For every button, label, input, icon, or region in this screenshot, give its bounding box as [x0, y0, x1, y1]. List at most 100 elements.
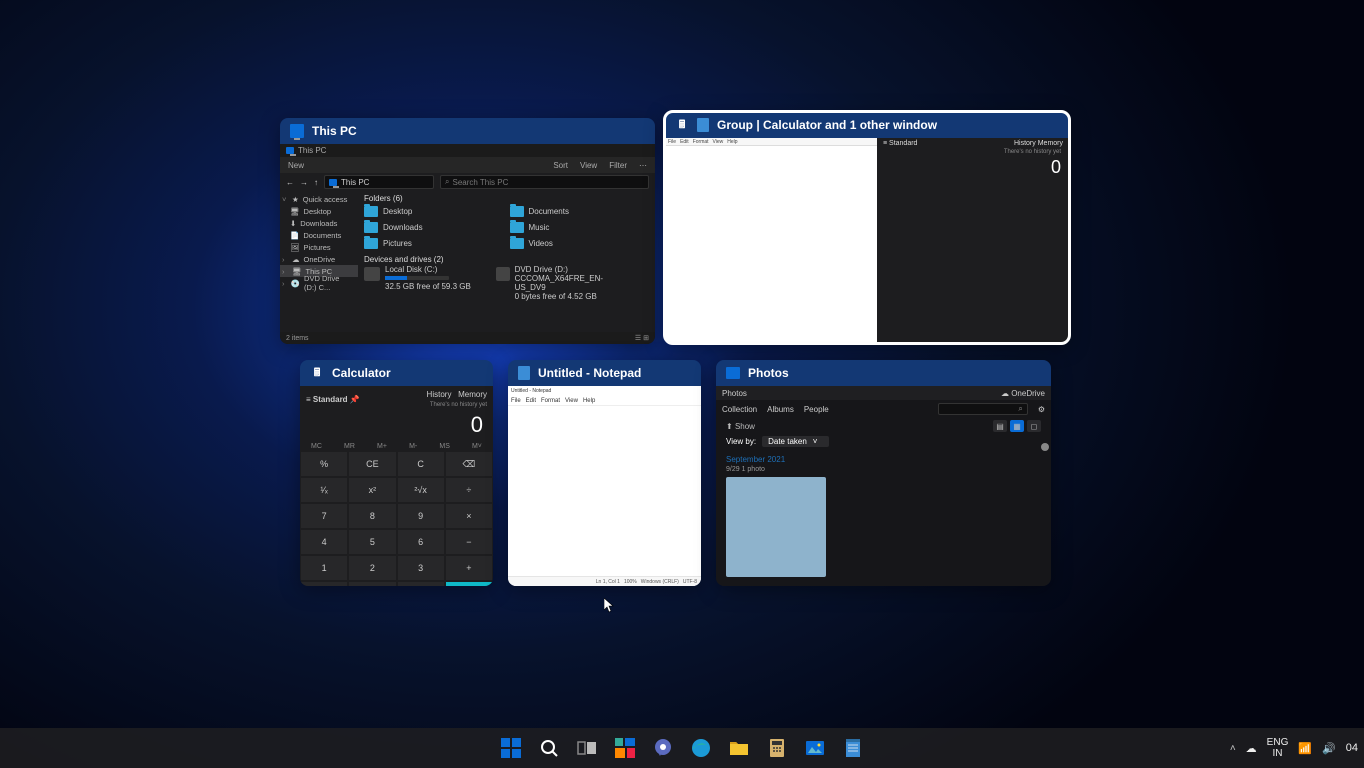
view-list: ▤ — [993, 420, 1007, 432]
photos-preview: Photos ☁ OneDrive Collection Albums Peop… — [716, 386, 1051, 586]
task-card-photos[interactable]: Photos Photos ☁ OneDrive Collection Albu… — [716, 360, 1051, 586]
card-header: 🖩 Group | Calculator and 1 other window — [665, 112, 1069, 138]
drive-sub: CCCOMA_X64FRE_EN-US_DV9 — [515, 274, 616, 292]
notepad-title: Untitled - Notepad — [508, 386, 701, 396]
task-card-group[interactable]: 🖩 Group | Calculator and 1 other window … — [665, 112, 1069, 343]
address-bar: This PC — [324, 175, 434, 189]
thispc-icon — [329, 179, 337, 186]
start-button[interactable] — [498, 735, 524, 761]
photos-app-icon[interactable] — [802, 735, 828, 761]
date-header: September 2021 — [716, 451, 1051, 466]
folder-icon — [364, 222, 378, 233]
notepad-preview: FileEdit FormatView Help — [665, 138, 877, 342]
folder-item: Music — [510, 220, 650, 234]
calc-display: 0 — [877, 155, 1069, 180]
explorer-address-row: ← → ↑ This PC ⌕ Search This PC — [280, 173, 655, 191]
task-view-icon[interactable] — [574, 735, 600, 761]
card-title: This PC — [312, 124, 357, 138]
tab-albums: Albums — [767, 405, 794, 414]
card-header: 🖩 Calculator — [300, 360, 493, 386]
language-indicator[interactable]: ENGIN — [1267, 737, 1289, 759]
drive-icon — [496, 267, 510, 281]
file-explorer-icon[interactable] — [726, 735, 752, 761]
group-preview: FileEdit FormatView Help ≡ StandardHisto… — [665, 138, 1069, 342]
card-title: Photos — [748, 366, 789, 380]
card-header: Photos — [716, 360, 1051, 386]
calculator-preview: ≡ Standard 📌 History Memory There's no h… — [300, 386, 493, 586]
folder-item: Pictures — [364, 236, 504, 250]
explorer-content: Folders (6) Desktop Documents Downloads … — [358, 191, 655, 344]
show-label: ⬆ Show — [726, 422, 755, 431]
folder-icon — [510, 222, 524, 233]
folder-item: Documents — [510, 204, 650, 218]
task-card-thispc[interactable]: This PC This PC New Sort View Filter ⋯ ←… — [280, 118, 655, 344]
tabs: Collection Albums People ⌕ ⚙ — [716, 400, 1051, 418]
volume-icon[interactable]: 🔊 — [1322, 742, 1336, 755]
photos-icon — [726, 367, 740, 379]
folder-icon — [364, 238, 378, 249]
sidebar-item: 📄 Documents — [280, 229, 358, 241]
onedrive-tray-icon[interactable]: ☁ — [1246, 742, 1257, 755]
sort-dropdown: Date taken ˅ — [762, 436, 829, 447]
folder-item: Videos — [510, 236, 650, 250]
tray-overflow-icon[interactable]: ˄ — [1230, 743, 1236, 754]
onedrive-label: OneDrive — [1011, 389, 1045, 398]
overflow-icon: ⋯ — [639, 161, 647, 170]
explorer-titlebar: This PC — [280, 144, 655, 157]
thispc-icon — [286, 147, 294, 154]
task-view-overlay: This PC This PC New Sort View Filter ⋯ ←… — [0, 0, 1364, 768]
drive-item: Local Disk (C:) 32.5 GB free of 59.3 GB — [364, 265, 484, 301]
back-icon: ← — [286, 178, 294, 187]
drive-info: 32.5 GB free of 59.3 GB — [385, 282, 471, 291]
sidebar: ˅★ Quick access 🖥 Desktop ⬇ Downloads 📄 … — [280, 191, 358, 344]
drive-info: 0 bytes free of 4.52 GB — [515, 292, 616, 301]
status-text: 2 items — [286, 335, 309, 342]
timeline-scrollbar — [1043, 446, 1047, 546]
edge-icon[interactable] — [688, 735, 714, 761]
calc-grid: %CEC⌫¹⁄ₓx²²√x÷789×456−123++/−0.= — [300, 451, 493, 586]
system-tray[interactable]: ˄ ☁ ENGIN 📶 🔊 04 — [1230, 728, 1358, 768]
folder-icon — [510, 206, 524, 217]
status-bar: 2 items ☰ ⊞ — [280, 332, 655, 344]
toolbar-new: New — [288, 161, 304, 170]
chat-icon[interactable] — [650, 735, 676, 761]
drive-item: DVD Drive (D:) CCCOMA_X64FRE_EN-US_DV9 0… — [496, 265, 616, 301]
calculator-app-icon[interactable] — [764, 735, 790, 761]
explorer-toolbar: New Sort View Filter ⋯ — [280, 157, 655, 173]
calc-top: ≡ Standard 📌 History Memory There's no h… — [300, 386, 493, 412]
photo-thumbnail — [726, 477, 826, 577]
search-box: ⌕ Search This PC — [440, 175, 649, 189]
search-icon: ⌕ — [445, 177, 449, 187]
viewby-label: View by: — [726, 437, 756, 446]
toolbar-sort: Sort — [553, 161, 568, 170]
notepad-app-icon[interactable] — [840, 735, 866, 761]
sidebar-item: 🖼 Pictures — [280, 241, 358, 253]
sidebar-item: 🖥 Desktop — [280, 205, 358, 217]
toolbar-view: View — [580, 161, 597, 170]
folder-icon — [510, 238, 524, 249]
explorer-preview: This PC New Sort View Filter ⋯ ← → ↑ Thi… — [280, 144, 655, 344]
card-title: Group | Calculator and 1 other window — [717, 118, 937, 132]
view-grid: ▦ — [1010, 420, 1024, 432]
clock[interactable]: 04 — [1346, 742, 1358, 754]
wifi-icon[interactable]: 📶 — [1298, 742, 1312, 755]
calc-display: 0 — [300, 412, 493, 442]
search-icon[interactable] — [536, 735, 562, 761]
notepad-icon — [697, 118, 709, 132]
task-card-notepad[interactable]: Untitled - Notepad Untitled - Notepad Fi… — [508, 360, 701, 586]
drive-name: Local Disk (C:) — [385, 265, 471, 274]
card-header: Untitled - Notepad — [508, 360, 701, 386]
breadcrumb-text: This PC — [341, 178, 369, 187]
photos-title: Photos — [722, 389, 747, 398]
drive-icon — [364, 267, 380, 281]
notepad-icon — [518, 366, 530, 380]
tab-collection: Collection — [722, 405, 757, 414]
taskbar[interactable]: ˄ ☁ ENGIN 📶 🔊 04 — [0, 728, 1364, 768]
task-card-calculator[interactable]: 🖩 Calculator ≡ Standard 📌 History Memory… — [300, 360, 493, 586]
widgets-icon[interactable] — [612, 735, 638, 761]
notepad-menu: FileEdit FormatView Help — [665, 138, 877, 146]
section-folders: Folders (6) — [364, 193, 649, 204]
breadcrumb: This PC — [298, 146, 326, 155]
forward-icon: → — [300, 178, 308, 187]
search-placeholder: Search This PC — [452, 178, 508, 187]
